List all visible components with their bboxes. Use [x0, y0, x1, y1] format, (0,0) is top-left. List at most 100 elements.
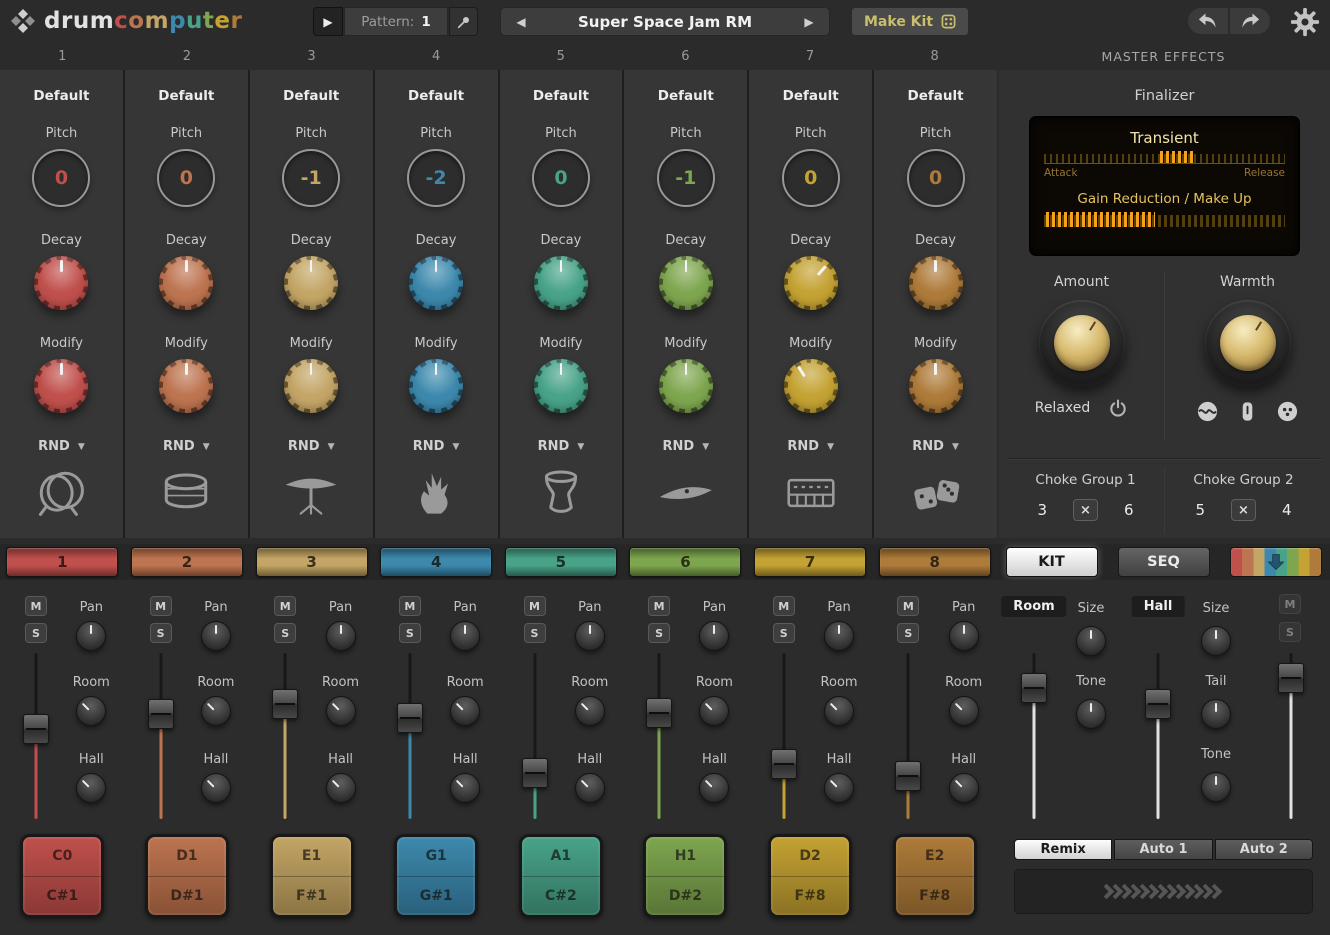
hall-send-knob[interactable]	[201, 773, 231, 803]
drum-pad[interactable]: A1 C#2	[519, 834, 603, 918]
solo-button[interactable]: S	[150, 623, 172, 643]
modify-knob[interactable]	[659, 359, 713, 413]
volume-fader[interactable]	[521, 653, 549, 819]
channel-select-button[interactable]: 3	[256, 547, 368, 577]
solo-button[interactable]: S	[399, 623, 421, 643]
drum-pad[interactable]: C0 C#1	[20, 834, 104, 918]
pitch-knob[interactable]: -1	[282, 149, 340, 207]
decay-knob[interactable]	[409, 256, 463, 310]
rnd-dropdown[interactable]: RND ▼	[38, 439, 85, 454]
decay-knob[interactable]	[909, 256, 963, 310]
choke-group2-clear-button[interactable]: ×	[1231, 499, 1256, 521]
pan-knob[interactable]	[76, 621, 106, 651]
solo-button[interactable]: S	[524, 623, 546, 643]
choke-group1-channel-a[interactable]: 3	[1037, 501, 1047, 519]
engine-preset-dropdown[interactable]: Default	[408, 88, 464, 104]
volume-fader[interactable]	[645, 653, 673, 819]
auto1-button[interactable]: Auto 1	[1114, 839, 1212, 860]
mute-button[interactable]: M	[150, 596, 172, 616]
hall-tone-knob[interactable]	[1201, 772, 1231, 802]
pitch-knob[interactable]: -2	[407, 149, 465, 207]
channel-select-button[interactable]: 2	[131, 547, 243, 577]
room-send-knob[interactable]	[201, 696, 231, 726]
preset-next-button[interactable]: ▶	[789, 8, 829, 35]
hall-return-fader[interactable]	[1144, 653, 1172, 819]
hall-send-knob[interactable]	[450, 773, 480, 803]
choke-group2-channel-a[interactable]: 5	[1195, 501, 1205, 519]
dice-icon[interactable]	[904, 468, 968, 518]
volume-fader[interactable]	[271, 653, 299, 819]
auto2-button[interactable]: Auto 2	[1215, 839, 1313, 860]
hall-send-knob[interactable]	[949, 773, 979, 803]
drum-pad[interactable]: D2 F#8	[768, 834, 852, 918]
pitch-knob[interactable]: 0	[157, 149, 215, 207]
channel-select-button[interactable]: 7	[754, 547, 866, 577]
warmth-mode-tube-icon[interactable]	[1236, 400, 1259, 423]
redo-button[interactable]	[1230, 8, 1270, 34]
modify-knob[interactable]	[409, 359, 463, 413]
hihat-icon[interactable]	[279, 468, 343, 518]
solo-button[interactable]: S	[25, 623, 47, 643]
pitch-knob[interactable]: -1	[657, 149, 715, 207]
power-icon[interactable]	[1108, 398, 1128, 418]
drum-pad[interactable]: E1 F#1	[270, 834, 354, 918]
rnd-dropdown[interactable]: RND ▼	[912, 439, 959, 454]
decay-knob[interactable]	[784, 256, 838, 310]
gain-reduction-meter[interactable]	[1044, 215, 1285, 227]
engine-preset-dropdown[interactable]: Default	[33, 88, 89, 104]
mute-button[interactable]: M	[648, 596, 670, 616]
room-send-knob[interactable]	[824, 696, 854, 726]
decay-knob[interactable]	[159, 256, 213, 310]
cymbal-icon[interactable]	[654, 468, 718, 518]
rnd-dropdown[interactable]: RND ▼	[787, 439, 834, 454]
warmth-knob[interactable]	[1205, 300, 1291, 386]
pan-knob[interactable]	[699, 621, 729, 651]
drum-pad[interactable]: D1 D#1	[145, 834, 229, 918]
pitch-knob[interactable]: 0	[782, 149, 840, 207]
mute-button[interactable]: M	[274, 596, 296, 616]
conga-icon[interactable]	[529, 468, 593, 518]
master-mute-button[interactable]: M	[1279, 594, 1301, 614]
pan-knob[interactable]	[201, 621, 231, 651]
engine-preset-dropdown[interactable]: Default	[908, 88, 964, 104]
pattern-selector[interactable]: Pattern: 1	[344, 7, 448, 36]
amount-knob[interactable]	[1039, 300, 1125, 386]
choke-group2-channel-b[interactable]: 4	[1282, 501, 1292, 519]
hall-return-label[interactable]: Hall	[1132, 596, 1185, 617]
channel-select-button[interactable]: 6	[629, 547, 741, 577]
room-return-fader[interactable]	[1020, 653, 1048, 819]
volume-fader[interactable]	[770, 653, 798, 819]
volume-fader[interactable]	[894, 653, 922, 819]
remix-sequence-strip[interactable]	[1014, 869, 1313, 914]
solo-button[interactable]: S	[274, 623, 296, 643]
mute-button[interactable]: M	[773, 596, 795, 616]
room-send-knob[interactable]	[76, 696, 106, 726]
hall-send-knob[interactable]	[824, 773, 854, 803]
preset-name[interactable]: Super Space Jam RM	[541, 13, 789, 31]
engine-preset-dropdown[interactable]: Default	[783, 88, 839, 104]
decay-knob[interactable]	[659, 256, 713, 310]
modify-knob[interactable]	[34, 359, 88, 413]
hall-tail-knob[interactable]	[1201, 699, 1231, 729]
engine-preset-dropdown[interactable]: Default	[533, 88, 589, 104]
modify-knob[interactable]	[534, 359, 588, 413]
channel-select-button[interactable]: 5	[505, 547, 617, 577]
master-solo-button[interactable]: S	[1279, 622, 1301, 642]
engine-preset-dropdown[interactable]: Default	[658, 88, 714, 104]
rnd-dropdown[interactable]: RND ▼	[163, 439, 210, 454]
keys-icon[interactable]	[779, 468, 843, 518]
remix-button[interactable]: Remix	[1014, 839, 1112, 860]
volume-fader[interactable]	[396, 653, 424, 819]
room-send-knob[interactable]	[326, 696, 356, 726]
hall-send-knob[interactable]	[575, 773, 605, 803]
room-send-knob[interactable]	[450, 696, 480, 726]
warmth-mode-ball-icon[interactable]	[1276, 400, 1299, 423]
mute-button[interactable]: M	[897, 596, 919, 616]
rnd-dropdown[interactable]: RND ▼	[538, 439, 585, 454]
clap-icon[interactable]	[404, 468, 468, 518]
room-size-knob[interactable]	[1076, 626, 1106, 656]
room-return-label[interactable]: Room	[1001, 596, 1066, 617]
room-send-knob[interactable]	[949, 696, 979, 726]
pan-knob[interactable]	[575, 621, 605, 651]
channel-select-button[interactable]: 4	[380, 547, 492, 577]
